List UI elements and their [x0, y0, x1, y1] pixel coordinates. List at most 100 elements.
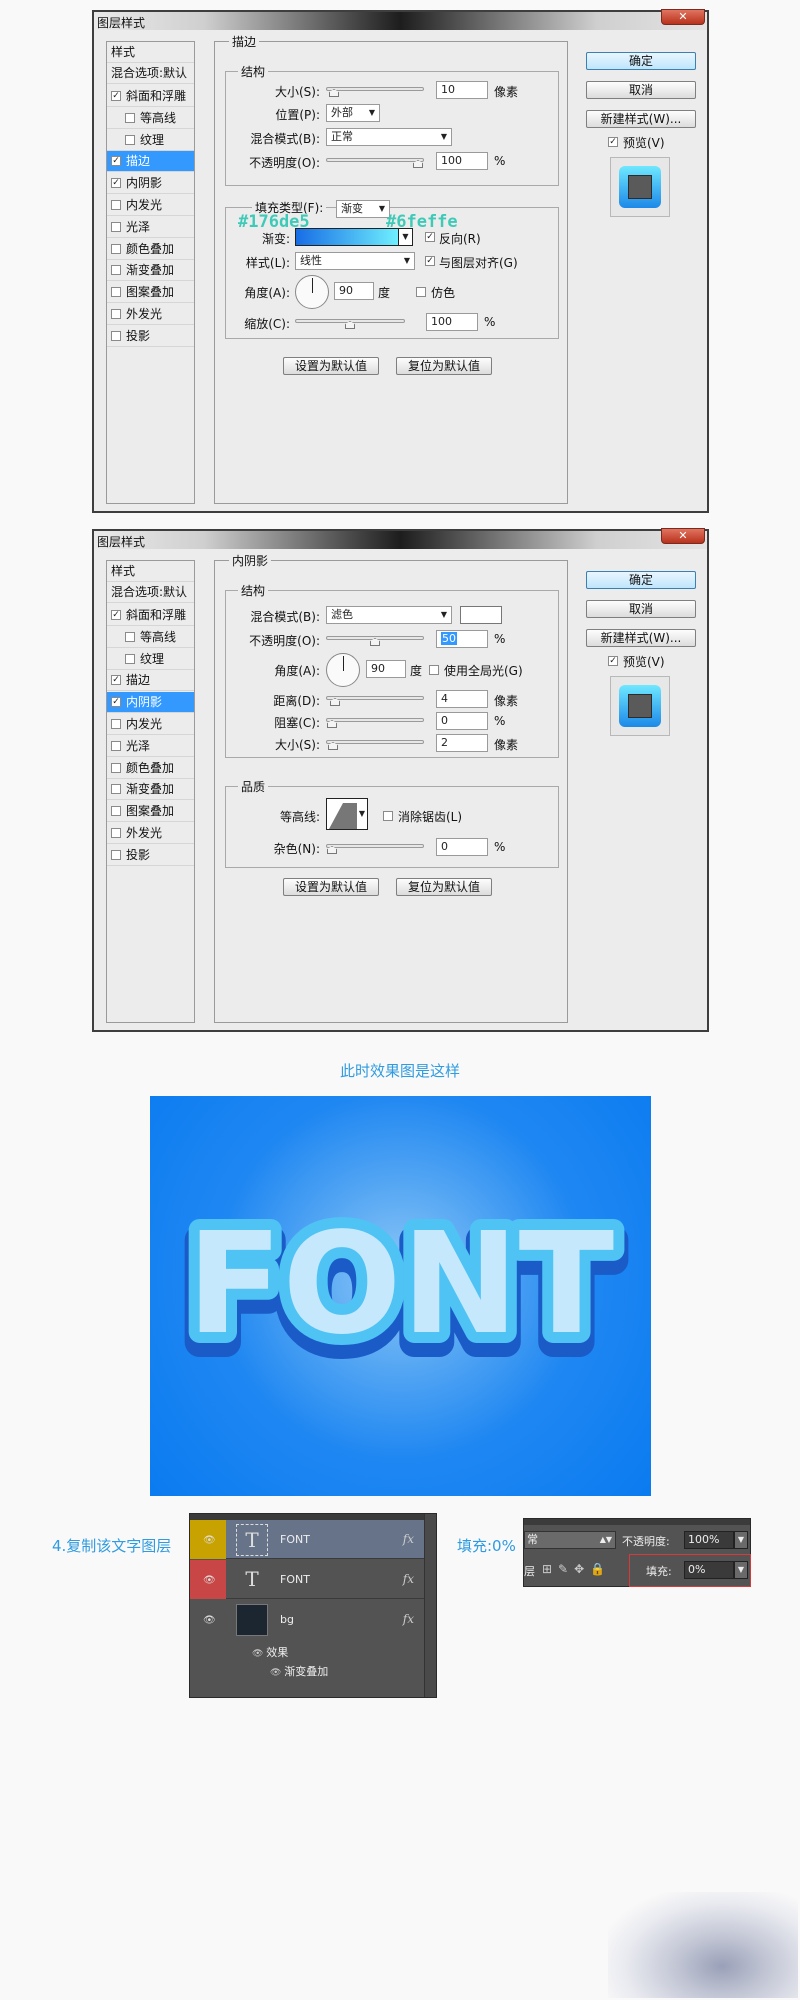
style-item[interactable]: 图案叠加	[107, 801, 194, 823]
size-input[interactable]: 2	[436, 734, 488, 752]
reverse-checkbox[interactable]: ✓	[425, 232, 435, 242]
size-slider-thumb[interactable]	[329, 89, 339, 97]
style-item[interactable]: 纹理	[107, 649, 194, 670]
effects-row[interactable]: 👁 效果	[252, 1644, 288, 1660]
new-style-button[interactable]: 新建样式(W)...	[586, 629, 696, 647]
set-default-button[interactable]: 设置为默认值	[283, 357, 379, 375]
opacity-slider[interactable]	[326, 636, 424, 646]
style-checkbox[interactable]	[125, 112, 135, 123]
chevron-down-icon[interactable]: ▼	[734, 1531, 748, 1549]
style-item[interactable]: 纹理	[107, 130, 194, 151]
choke-slider[interactable]	[326, 718, 424, 728]
blend-mode-select[interactable]: 常 ▲▼	[524, 1531, 616, 1549]
eye-icon[interactable]: 👁	[252, 1649, 266, 1659]
styles-header[interactable]: 样式	[107, 561, 194, 582]
chevron-down-icon[interactable]: ▼	[398, 228, 413, 246]
global-light-checkbox[interactable]	[429, 665, 439, 675]
new-style-button[interactable]: 新建样式(W)...	[586, 110, 696, 128]
opacity-slider-thumb[interactable]	[370, 638, 380, 646]
style-checkbox[interactable]	[111, 806, 121, 817]
style-checkbox[interactable]	[111, 828, 121, 838]
style-item[interactable]: 投影	[107, 845, 194, 866]
set-default-button[interactable]: 设置为默认值	[283, 878, 379, 896]
reset-default-button[interactable]: 复位为默认值	[396, 878, 492, 896]
close-icon[interactable]: ✕	[661, 9, 705, 25]
cancel-button[interactable]: 取消	[586, 600, 696, 618]
size-slider[interactable]	[326, 87, 424, 97]
blend-mode-select[interactable]: 正常 ▼	[326, 128, 452, 146]
style-item[interactable]: 图案叠加	[107, 282, 194, 304]
distance-slider[interactable]	[326, 696, 424, 706]
noise-input[interactable]: 0	[436, 838, 488, 856]
size-input[interactable]: 10	[436, 81, 488, 99]
style-checkbox[interactable]	[111, 265, 121, 276]
fill-type-select[interactable]: 渐变 ▼	[336, 200, 390, 218]
fx-icon[interactable]: fx	[403, 1572, 414, 1586]
layer-row-font[interactable]: 👁 T FONT fx	[190, 1560, 436, 1599]
preview-checkbox[interactable]: ✓	[608, 656, 618, 666]
style-checkbox[interactable]	[111, 287, 121, 298]
preview-checkbox[interactable]: ✓	[608, 137, 618, 147]
style-item[interactable]: 渐变叠加	[107, 260, 194, 282]
style-item[interactable]: 颜色叠加	[107, 758, 194, 779]
style-checkbox[interactable]	[111, 330, 121, 341]
style-checkbox[interactable]	[111, 784, 121, 795]
opacity-input[interactable]: 50	[436, 630, 488, 648]
distance-input[interactable]: 4	[436, 690, 488, 708]
style-item[interactable]: ✓ 内阴影	[107, 692, 194, 714]
style-checkbox[interactable]: ✓	[111, 91, 121, 101]
angle-dial[interactable]	[326, 653, 360, 687]
style-checkbox[interactable]: ✓	[111, 697, 121, 708]
angle-dial[interactable]	[295, 275, 329, 309]
close-icon[interactable]: ✕	[661, 528, 705, 544]
style-checkbox[interactable]	[111, 849, 121, 860]
style-item[interactable]: 外发光	[107, 823, 194, 844]
style-item[interactable]: 渐变叠加	[107, 779, 194, 801]
style-item[interactable]: ✓ 斜面和浮雕	[107, 86, 194, 107]
cancel-button[interactable]: 取消	[586, 81, 696, 99]
style-item[interactable]: 光泽	[107, 217, 194, 238]
choke-input[interactable]: 0	[436, 712, 488, 730]
style-item[interactable]: 外发光	[107, 304, 194, 325]
blend-options-default[interactable]: 混合选项:默认	[107, 63, 194, 84]
lock-icons[interactable]: ⊞✎✥🔒	[542, 1562, 611, 1576]
style-item[interactable]: ✓ 描边	[107, 670, 194, 692]
size-slider[interactable]	[326, 740, 424, 750]
eye-icon[interactable]: 👁	[203, 1575, 216, 1586]
style-checkbox[interactable]: ✓	[111, 610, 121, 620]
style-checkbox[interactable]	[125, 653, 135, 664]
angle-input[interactable]: 90	[366, 660, 406, 678]
align-with-layer-checkbox[interactable]: ✓	[425, 256, 435, 266]
noise-slider[interactable]	[326, 844, 424, 854]
gradient-preview[interactable]	[295, 228, 399, 246]
scale-input[interactable]: 100	[426, 313, 478, 331]
eye-icon[interactable]: 👁	[270, 1668, 284, 1678]
scale-slider[interactable]	[295, 319, 405, 329]
style-checkbox[interactable]	[111, 740, 121, 751]
style-checkbox[interactable]: ✓	[111, 178, 121, 189]
eye-icon[interactable]: 👁	[203, 1615, 216, 1626]
style-item[interactable]: ✓ 斜面和浮雕	[107, 605, 194, 626]
reset-default-button[interactable]: 复位为默认值	[396, 357, 492, 375]
style-checkbox[interactable]	[111, 221, 121, 232]
distance-slider-thumb[interactable]	[330, 698, 340, 706]
style-checkbox[interactable]	[125, 631, 135, 642]
position-select[interactable]: 外部 ▼	[326, 104, 380, 122]
style-checkbox[interactable]: ✓	[111, 675, 121, 686]
anti-alias-checkbox[interactable]	[383, 811, 393, 821]
style-checkbox[interactable]	[111, 719, 121, 729]
dialog-title-bar[interactable]: 图层样式 ✕	[94, 528, 707, 549]
dither-checkbox[interactable]	[416, 287, 426, 297]
style-checkbox[interactable]	[111, 762, 121, 773]
style-select[interactable]: 线性 ▼	[295, 252, 415, 270]
fill-input[interactable]: 0%	[684, 1561, 734, 1579]
fx-icon[interactable]: fx	[403, 1612, 414, 1626]
style-checkbox[interactable]	[125, 134, 135, 145]
opacity-slider[interactable]	[326, 158, 424, 168]
style-checkbox[interactable]	[111, 309, 121, 319]
scale-slider-thumb[interactable]	[345, 321, 355, 329]
angle-input[interactable]: 90	[334, 282, 374, 300]
style-item[interactable]: 内发光	[107, 714, 194, 735]
gradient-overlay-row[interactable]: 👁 渐变叠加	[270, 1663, 328, 1679]
style-item[interactable]: 等高线	[107, 108, 194, 129]
